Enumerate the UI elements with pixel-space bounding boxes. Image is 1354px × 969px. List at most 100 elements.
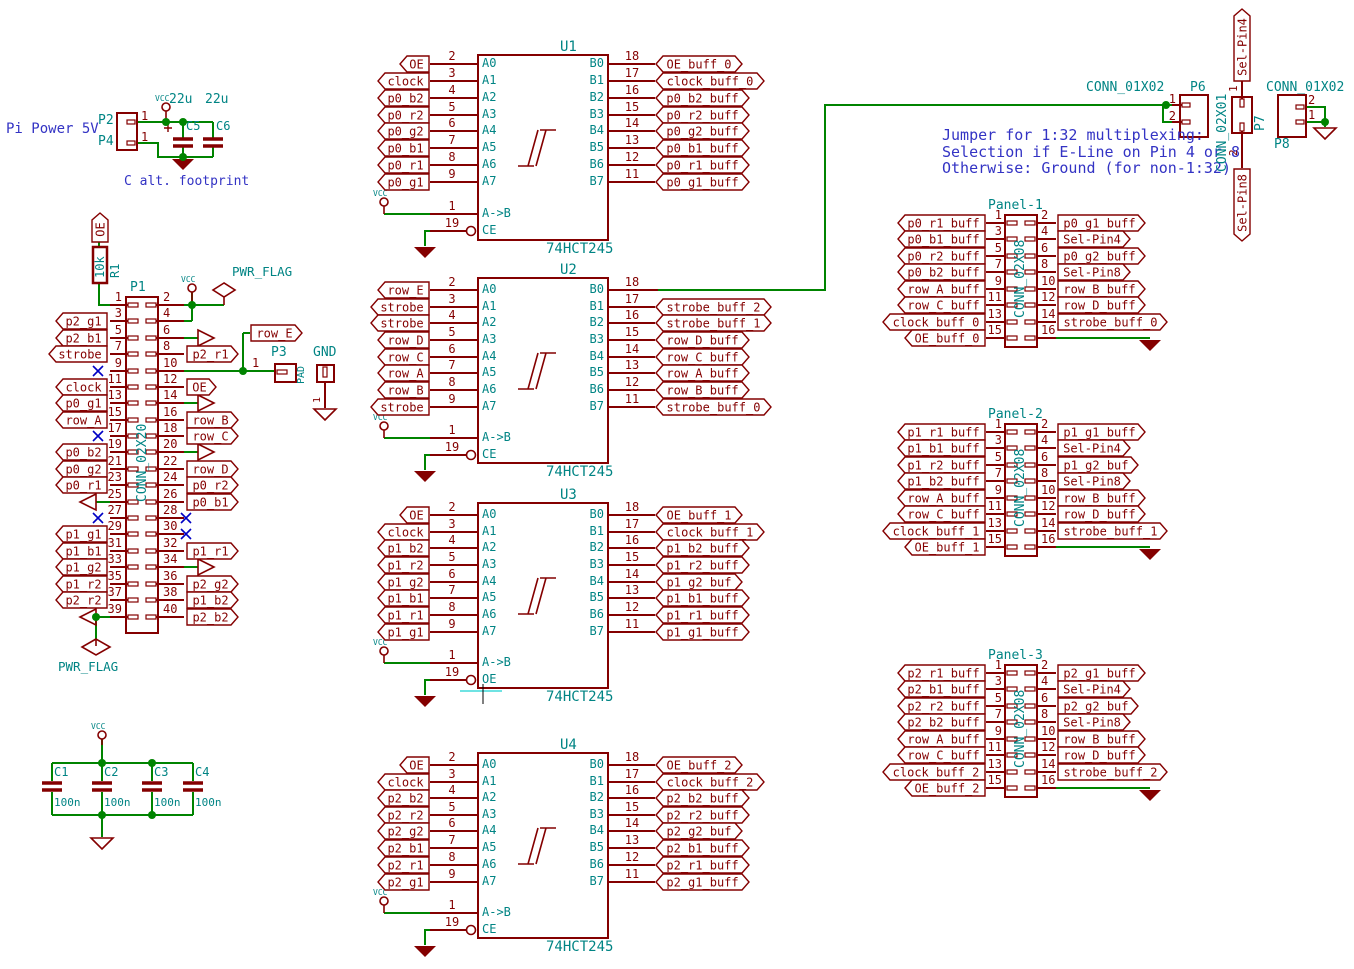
global-label-p1_g1[interactable]: p1_g1: [377, 623, 430, 641]
global-label-p2_g1_buff[interactable]: p2_g1_buff: [655, 873, 750, 891]
global-label-sel-pin4[interactable]: Sel-Pin4: [1233, 8, 1251, 82]
global-label-p2_b1_buff[interactable]: p2_b1_buff: [655, 839, 750, 857]
ref-c5[interactable]: C5: [186, 120, 200, 133]
global-label-sel-pin8[interactable]: Sel-Pin8: [1233, 168, 1251, 242]
global-label-OE_buff_1[interactable]: OE_buff_1: [904, 538, 986, 556]
global-label-strobe[interactable]: strobe: [370, 314, 430, 332]
value-c6[interactable]: 22u: [205, 93, 228, 107]
note-jumper-line[interactable]: Selection if E-Line on Pin 4 or 8: [942, 145, 1240, 161]
global-label-p2_g2[interactable]: p2_g2: [377, 822, 430, 840]
ref-p6[interactable]: P6: [1190, 81, 1206, 95]
chip-ref[interactable]: U1: [560, 40, 577, 55]
global-label-p2_b1[interactable]: p2_b1: [377, 839, 430, 857]
global-label-p0_b1_buff[interactable]: p0_b1_buff: [655, 139, 750, 157]
global-label-p1_r1[interactable]: p1_r1: [377, 606, 430, 624]
global-label-p1_r1_buff[interactable]: p1_r1_buff: [655, 606, 750, 624]
pwr-flag-label[interactable]: PWR_FLAG: [232, 265, 292, 278]
global-label-p0_g2_buff[interactable]: p0_g2_buff: [655, 122, 750, 140]
global-label-p2_b1_buff[interactable]: p2_b1_buff: [897, 680, 986, 698]
global-label-strobe_buff_2[interactable]: strobe_buff_2: [1057, 763, 1168, 781]
global-label-p0_r1[interactable]: p0_r1: [377, 156, 430, 174]
global-label-row_E[interactable]: row_E: [377, 281, 430, 299]
global-label-strobe_buff_0[interactable]: strobe_buff_0: [1057, 313, 1168, 331]
global-label-p0_b1[interactable]: p0_b1: [377, 139, 430, 157]
global-label-clock[interactable]: clock: [377, 72, 430, 90]
global-label-row_E[interactable]: row_E: [250, 324, 303, 342]
global-label-row_D_buff[interactable]: row_D_buff: [1057, 505, 1146, 523]
global-label-row_B_buff[interactable]: row_B_buff: [655, 381, 750, 399]
global-label-p1_b1_buff[interactable]: p1_b1_buff: [897, 439, 986, 457]
global-label-strobe_buff_1[interactable]: strobe_buff_1: [655, 314, 772, 332]
ref-r1[interactable]: R1: [109, 264, 122, 278]
global-label-row_A[interactable]: row_A: [377, 364, 430, 382]
ref-cap[interactable]: C4: [195, 766, 209, 779]
global-label-OE[interactable]: OE: [399, 506, 430, 524]
chip-ref[interactable]: U2: [560, 263, 577, 278]
global-label-p1_r1[interactable]: p1_r1: [186, 542, 239, 560]
panel-value[interactable]: CONN_02X08: [1014, 449, 1028, 527]
global-label-p1_b1_buff[interactable]: p1_b1_buff: [655, 589, 750, 607]
global-label-strobe_buff_0[interactable]: strobe_buff_0: [655, 398, 772, 416]
global-label-p0_b2_buff[interactable]: p0_b2_buff: [655, 89, 750, 107]
global-label-row_D[interactable]: row_D: [377, 331, 430, 349]
global-label-row_C_buff[interactable]: row_C_buff: [897, 296, 986, 314]
value-cap[interactable]: 100n: [195, 797, 222, 809]
value-p1[interactable]: CONN_02X20: [136, 424, 150, 502]
global-label-OE_buff_2[interactable]: OE_buff_2: [904, 779, 986, 797]
global-label-p2_r1[interactable]: p2_r1: [377, 856, 430, 874]
global-label-row_C_buff[interactable]: row_C_buff: [897, 505, 986, 523]
ref-p7[interactable]: P7: [1254, 115, 1268, 131]
note-jumper-line[interactable]: Jumper for 1:32 multiplexing:: [942, 128, 1204, 144]
global-label-p2_b2_buff[interactable]: p2_b2_buff: [655, 789, 750, 807]
conn-title-p8[interactable]: CONN_01X02: [1266, 81, 1344, 95]
global-label-OE_buff_1[interactable]: OE_buff_1: [655, 506, 743, 524]
ref-p1[interactable]: P1: [130, 281, 146, 295]
global-label-p1_b2_buff[interactable]: p1_b2_buff: [655, 539, 750, 557]
value-c5[interactable]: 22u: [169, 93, 192, 107]
global-label-p0_b1_buff[interactable]: p0_b1_buff: [897, 230, 986, 248]
value-cap[interactable]: 100n: [54, 797, 81, 809]
ref-p3[interactable]: P3: [271, 346, 287, 360]
ref-gnd-pad[interactable]: GND: [313, 346, 336, 360]
chip-value[interactable]: 74HCT245: [546, 690, 613, 705]
global-label-p0_r2[interactable]: p0_r2: [186, 476, 239, 494]
global-label-p0_b2[interactable]: p0_b2: [377, 89, 430, 107]
global-label-clock_buff_0[interactable]: clock_buff_0: [655, 72, 765, 90]
global-label-OE[interactable]: OE: [399, 55, 430, 73]
global-label-p2_g2_buf[interactable]: p2_g2_buf: [655, 822, 743, 840]
conn-value-p7[interactable]: CONN_02X01: [1216, 94, 1230, 172]
panel-value[interactable]: CONN_02X08: [1014, 690, 1028, 768]
global-label-p2_b2[interactable]: p2_b2: [377, 789, 430, 807]
global-label-p2_b2_buff[interactable]: p2_b2_buff: [897, 713, 986, 731]
global-label-row_C[interactable]: row_C: [186, 427, 239, 445]
global-label-p0_g1[interactable]: p0_g1: [377, 173, 430, 191]
chip-value[interactable]: 74HCT245: [546, 242, 613, 257]
global-label-OE_buff_2[interactable]: OE_buff_2: [655, 756, 743, 774]
global-label-row_A_buff[interactable]: row_A_buff: [655, 364, 750, 382]
global-label-p1_r2[interactable]: p1_r2: [377, 556, 430, 574]
chip-value[interactable]: 74HCT245: [546, 465, 613, 480]
global-label-row_D_buff[interactable]: row_D_buff: [655, 331, 750, 349]
global-label-row_C_buff[interactable]: row_C_buff: [897, 746, 986, 764]
value-r1[interactable]: 10k: [94, 256, 107, 278]
global-label-p1_b1[interactable]: p1_b1: [377, 589, 430, 607]
global-label-OE_buff_0[interactable]: OE_buff_0: [904, 329, 986, 347]
ref-p8[interactable]: P8: [1274, 138, 1290, 152]
global-label-p1_b2_buff[interactable]: p1_b2_buff: [897, 472, 986, 490]
global-label-p0_b2_buff[interactable]: p0_b2_buff: [897, 263, 986, 281]
value-cap[interactable]: 100n: [104, 797, 131, 809]
global-label-p2_r1_buff[interactable]: p2_r1_buff: [655, 856, 750, 874]
chip-ref[interactable]: U4: [560, 738, 577, 753]
pwr-flag-label[interactable]: PWR_FLAG: [58, 660, 118, 673]
global-label-p1_r2_buff[interactable]: p1_r2_buff: [655, 556, 750, 574]
global-label-strobe_buff_1[interactable]: strobe_buff_1: [1057, 522, 1168, 540]
global-label-p1_b2[interactable]: p1_b2: [377, 539, 430, 557]
global-label-p2_r1[interactable]: p2_r1: [186, 345, 239, 363]
global-label-oe-pullup[interactable]: OE: [91, 212, 109, 243]
global-label-p2_b2[interactable]: p2_b2: [186, 608, 239, 626]
global-label-OE_buff_0[interactable]: OE_buff_0: [655, 55, 743, 73]
ref-cap[interactable]: C2: [104, 766, 118, 779]
chip-value[interactable]: 74HCT245: [546, 940, 613, 955]
ref-cap[interactable]: C1: [54, 766, 68, 779]
global-label-p1_g1_buff[interactable]: p1_g1_buff: [655, 623, 750, 641]
